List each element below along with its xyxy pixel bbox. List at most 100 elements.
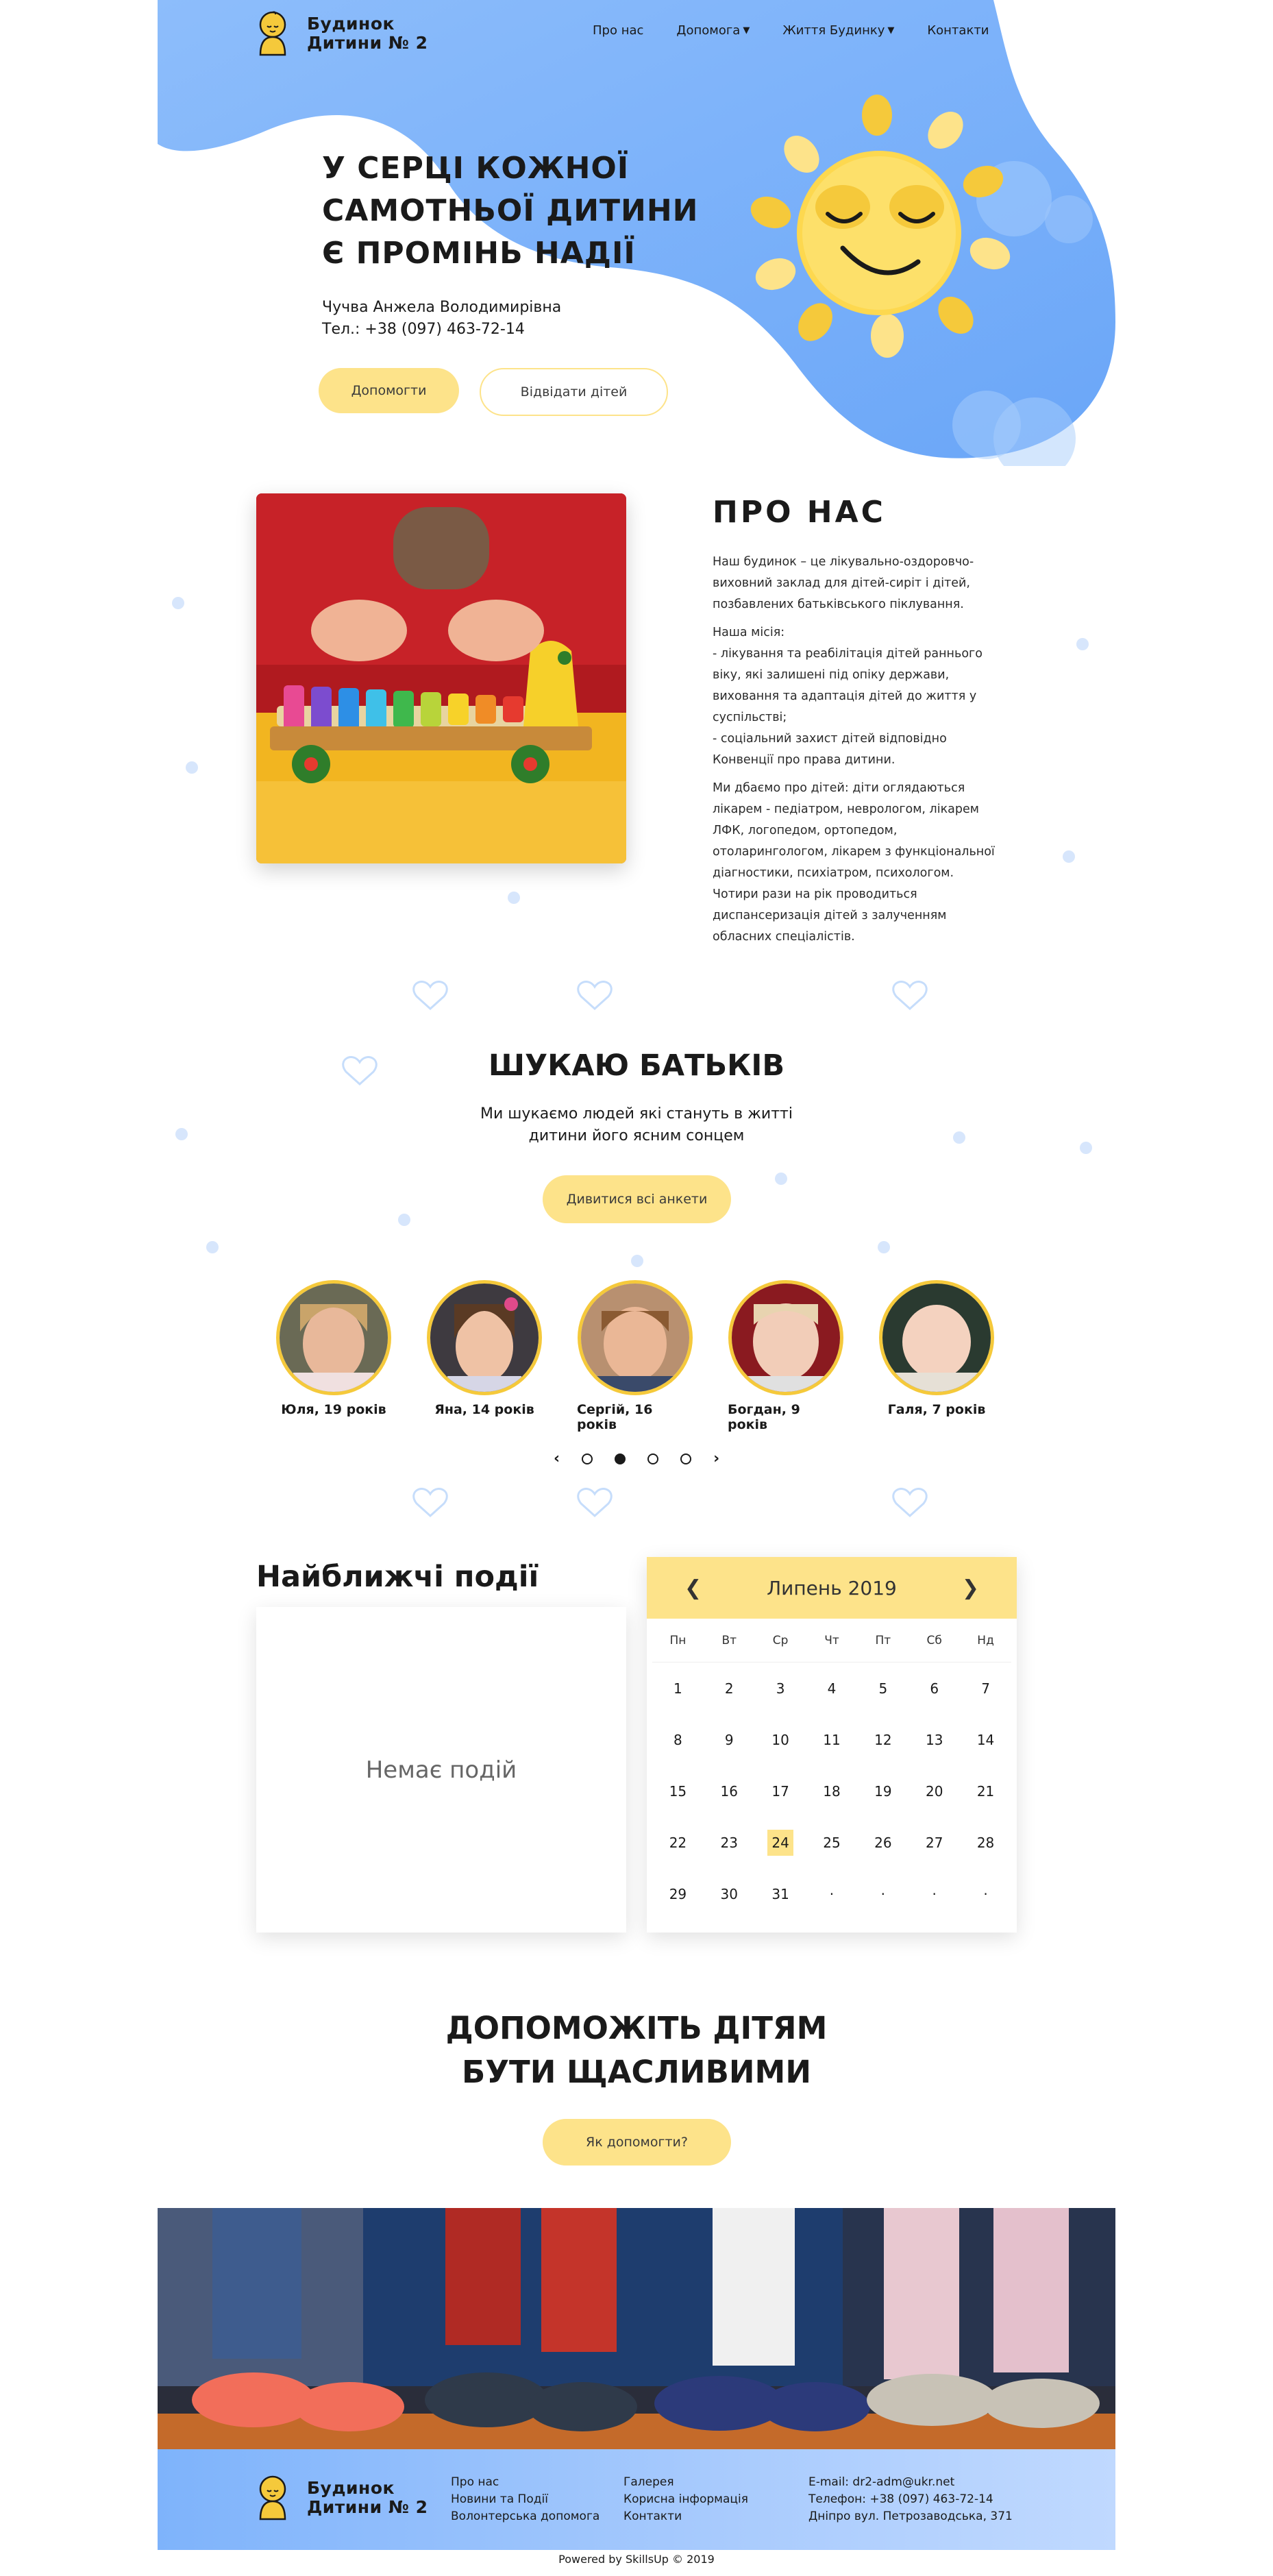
parents-title: ШУКАЮ БАТЬКІВ xyxy=(488,1048,785,1083)
calendar-day[interactable]: 10 xyxy=(755,1714,806,1765)
calendar-day[interactable]: 18 xyxy=(806,1765,858,1817)
footer-logo[interactable]: Будинок Дитини № 2 xyxy=(254,2474,428,2522)
chevron-left-icon[interactable]: ‹ xyxy=(554,1450,560,1467)
baby-icon xyxy=(259,2475,286,2520)
visit-children-button[interactable]: Відвідати дітей xyxy=(480,368,668,416)
calendar-header: ❮ Липень 2019 ❯ xyxy=(647,1557,1017,1619)
calendar-day[interactable]: 20 xyxy=(909,1765,960,1817)
calendar-day[interactable]: 22 xyxy=(652,1817,704,1868)
calendar-day-label: 13 xyxy=(925,1731,943,1748)
calendar-day-label: 12 xyxy=(874,1731,892,1748)
hero-title: У СЕРЦІ КОЖНОЇ САМОТНЬОЇ ДИТИНИ Є ПРОМІН… xyxy=(322,147,747,275)
calendar-day-label: 17 xyxy=(771,1782,789,1800)
carousel-dot[interactable] xyxy=(647,1453,659,1464)
calendar-weekday: Ср xyxy=(754,1619,806,1663)
child-card[interactable]: Богдан, 9 років xyxy=(728,1280,844,1432)
calendar-day[interactable]: 1 xyxy=(652,1663,704,1714)
child-card[interactable]: Яна, 14 років xyxy=(426,1280,543,1432)
hero-title-line3: Є ПРОМІНЬ НАДІЇ xyxy=(322,236,636,271)
how-to-help-button[interactable]: Як допомогти? xyxy=(543,2119,731,2166)
nav-life[interactable]: Життя Будинку ▼ xyxy=(782,23,894,38)
calendar-day[interactable]: · xyxy=(857,1868,909,1919)
calendar-day[interactable]: 16 xyxy=(704,1765,755,1817)
calendar-day[interactable]: 23 xyxy=(704,1817,755,1868)
calendar-day[interactable]: 21 xyxy=(960,1765,1011,1817)
calendar-day[interactable]: 6 xyxy=(909,1663,960,1714)
nav-contacts[interactable]: Контакти xyxy=(927,23,989,38)
footer-links-col2: Галерея Корисна інформація Контакти xyxy=(623,2474,748,2525)
help-button[interactable]: Допомогти xyxy=(319,368,459,413)
calendar-month: Липень 2019 xyxy=(767,1576,897,1599)
calendar-day[interactable]: 25 xyxy=(806,1817,858,1868)
calendar-day[interactable]: · xyxy=(909,1868,960,1919)
powered-by: Powered by SkillsUp © 2019 xyxy=(558,2553,715,2566)
calendar-day-label: · xyxy=(983,1885,988,1902)
footer-link[interactable]: Галерея xyxy=(623,2474,748,2491)
calendar-day[interactable]: 29 xyxy=(652,1868,704,1919)
carousel-dot[interactable] xyxy=(680,1453,692,1464)
calendar-grid: Пн Вт Ср Чт Пт Сб Нд 1 2 3 4 5 6 7 8 9 10 11 12 13 14 15 16 17 1… xyxy=(647,1619,1017,1919)
calendar-day[interactable]: · xyxy=(960,1868,1011,1919)
child-name: Яна, 14 років xyxy=(434,1402,534,1417)
calendar-day-label: 16 xyxy=(720,1782,738,1800)
calendar-day[interactable]: 3 xyxy=(755,1663,806,1714)
calendar-day[interactable]: 7 xyxy=(960,1663,1011,1714)
events-empty-text: Немає подій xyxy=(365,1756,517,1784)
calendar-day-label: 30 xyxy=(720,1885,738,1902)
child-photo xyxy=(276,1280,391,1395)
child-card[interactable]: Юля, 19 років xyxy=(275,1280,392,1432)
about-photo xyxy=(256,493,626,863)
nav-contacts-label: Контакти xyxy=(927,23,989,38)
calendar-next-icon[interactable]: ❯ xyxy=(962,1576,979,1600)
calendar-day[interactable]: 26 xyxy=(857,1817,909,1868)
view-all-profiles-button[interactable]: Дивитися всі анкети xyxy=(543,1175,731,1223)
calendar-day[interactable]: 4 xyxy=(806,1663,858,1714)
calendar-day[interactable]: 19 xyxy=(857,1765,909,1817)
calendar-day-label: 29 xyxy=(669,1885,687,1902)
about-text: Наш будинок – це лікувально-оздоровчо- в… xyxy=(713,552,1028,955)
calendar-day[interactable]: 9 xyxy=(704,1714,755,1765)
calendar-day-label: 9 xyxy=(724,1731,734,1748)
calendar-prev-icon[interactable]: ❮ xyxy=(684,1576,702,1600)
child-card[interactable]: Сергій, 16 років xyxy=(577,1280,693,1432)
footer-link[interactable]: Волонтерська допомога xyxy=(451,2508,600,2525)
footer-email[interactable]: E-mail: dr2-adm@ukr.net xyxy=(808,2474,1013,2491)
calendar-day[interactable]: · xyxy=(806,1868,858,1919)
help-title-line2: БУТИ ЩАСЛИВИМИ xyxy=(462,2054,811,2090)
calendar-day-label: 19 xyxy=(874,1782,892,1800)
site-logo[interactable]: Будинок Дитини № 2 xyxy=(254,10,428,58)
calendar-weekday: Пт xyxy=(857,1619,909,1663)
sun-illustration xyxy=(750,95,1011,358)
calendar-day[interactable]: 15 xyxy=(652,1765,704,1817)
calendar-day[interactable]: 28 xyxy=(960,1817,1011,1868)
calendar-day[interactable]: 14 xyxy=(960,1714,1011,1765)
child-card[interactable]: Галя, 7 років xyxy=(878,1280,995,1432)
nav-help[interactable]: Допомога ▼ xyxy=(676,23,750,38)
calendar-day[interactable]: 5 xyxy=(857,1663,909,1714)
calendar-day[interactable]: 17 xyxy=(755,1765,806,1817)
calendar-day[interactable]: 12 xyxy=(857,1714,909,1765)
children-carousel: Юля, 19 років Яна, 14 років Сергій, 16 р… xyxy=(275,1280,995,1432)
calendar-day-label: 31 xyxy=(771,1885,789,1902)
calendar-day[interactable]: 27 xyxy=(909,1817,960,1868)
carousel-dot-active[interactable] xyxy=(615,1453,626,1464)
footer-link[interactable]: Контакти xyxy=(623,2508,748,2525)
child-name: Галя, 7 років xyxy=(887,1402,986,1417)
nav-about[interactable]: Про нас xyxy=(593,23,643,38)
calendar-day[interactable]: 30 xyxy=(704,1868,755,1919)
parents-subtitle-line2: дитини його ясним сонцем xyxy=(528,1127,745,1144)
calendar: ❮ Липень 2019 ❯ Пн Вт Ср Чт Пт Сб Нд 1 2 3 4 5 6 7 8 9 1… xyxy=(647,1557,1017,1933)
calendar-day[interactable]: 31 xyxy=(755,1868,806,1919)
chevron-right-icon[interactable]: › xyxy=(713,1450,719,1467)
calendar-day-label: 10 xyxy=(771,1731,789,1748)
calendar-day[interactable]: 2 xyxy=(704,1663,755,1714)
calendar-day[interactable]: 13 xyxy=(909,1714,960,1765)
carousel-dot[interactable] xyxy=(582,1453,593,1464)
footer-link[interactable]: Новини та Події xyxy=(451,2491,600,2508)
calendar-day[interactable]: 11 xyxy=(806,1714,858,1765)
calendar-day-today[interactable]: 24 xyxy=(755,1817,806,1868)
contact-phone: Тел.: +38 (097) 463-72-14 xyxy=(322,321,525,338)
calendar-day[interactable]: 8 xyxy=(652,1714,704,1765)
footer-link[interactable]: Корисна інформація xyxy=(623,2491,748,2508)
footer-link[interactable]: Про нас xyxy=(451,2474,600,2491)
